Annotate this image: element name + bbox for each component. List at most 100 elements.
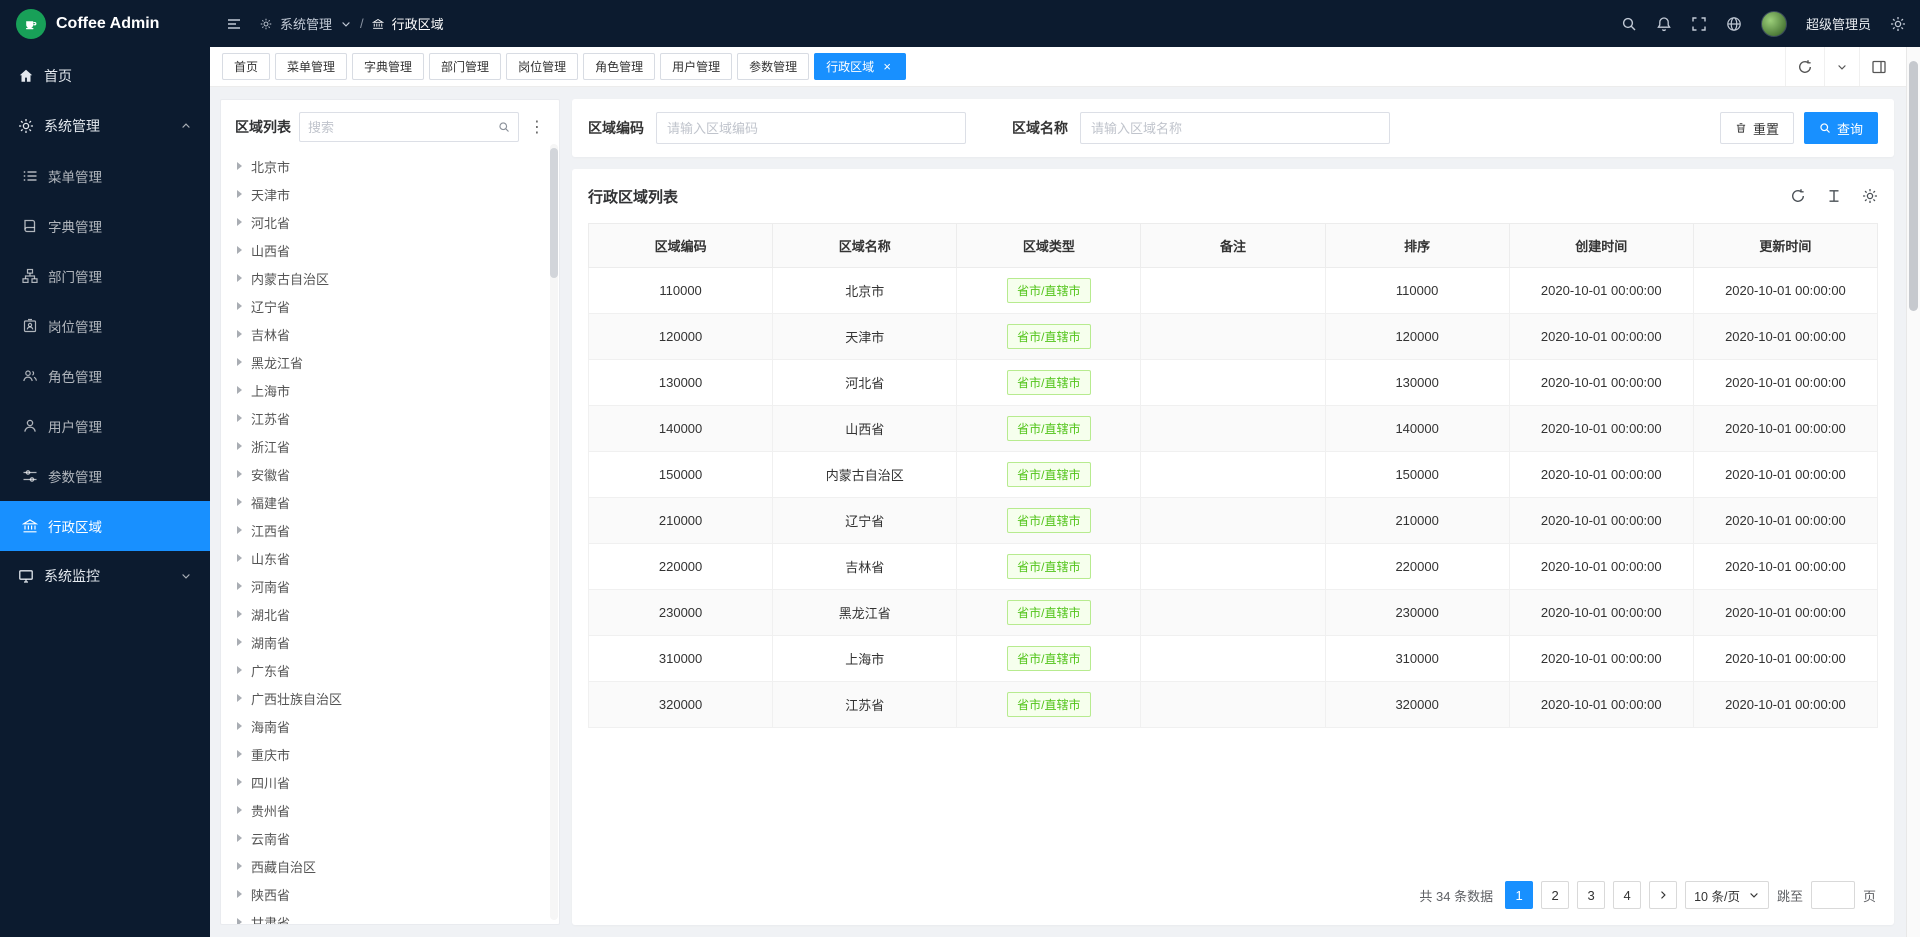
search-icon[interactable] [498,121,510,133]
table-row[interactable]: 220000 吉林省 省市/直辖市 220000 2020-10-01 00:0… [589,544,1878,590]
expand-arrow-icon[interactable] [237,526,242,534]
expand-arrow-icon[interactable] [237,162,242,170]
expand-arrow-icon[interactable] [237,638,242,646]
reset-button[interactable]: 重置 [1720,112,1794,144]
page-size-select[interactable]: 10 条/页 [1685,881,1769,909]
expand-arrow-icon[interactable] [237,666,242,674]
table-row[interactable]: 210000 辽宁省 省市/直辖市 210000 2020-10-01 00:0… [589,498,1878,544]
tree-item[interactable]: 四川省 [231,768,547,796]
sidebar-item-system-management[interactable]: 系统管理 [0,101,210,151]
table-row[interactable]: 310000 上海市 省市/直辖市 310000 2020-10-01 00:0… [589,636,1878,682]
page-tab[interactable]: 菜单管理 [275,53,347,80]
tree-item[interactable]: 湖北省 [231,600,547,628]
expand-arrow-icon[interactable] [237,610,242,618]
page-tab[interactable]: 角色管理 [583,53,655,80]
breadcrumb-parent[interactable]: 系统管理 [280,14,332,33]
expand-arrow-icon[interactable] [237,414,242,422]
page-tab[interactable]: 首页 [222,53,270,80]
expand-arrow-icon[interactable] [237,330,242,338]
table-row[interactable]: 120000 天津市 省市/直辖市 120000 2020-10-01 00:0… [589,314,1878,360]
tree-item[interactable]: 湖南省 [231,628,547,656]
table-row[interactable]: 140000 山西省 省市/直辖市 140000 2020-10-01 00:0… [589,406,1878,452]
settings-gear-icon[interactable] [1890,16,1906,32]
tree-item[interactable]: 上海市 [231,376,547,404]
tree-item[interactable]: 陕西省 [231,880,547,908]
sidebar-item-menu-management[interactable]: 菜单管理 [0,151,210,201]
tree-search-input[interactable] [308,120,492,135]
close-icon[interactable] [880,60,894,74]
expand-arrow-icon[interactable] [237,442,242,450]
layout-maximize-button[interactable] [1859,47,1898,86]
tree-item[interactable]: 贵州省 [231,796,547,824]
expand-arrow-icon[interactable] [237,582,242,590]
sidebar-item-home[interactable]: 首页 [0,51,210,101]
tree-item[interactable]: 内蒙古自治区 [231,264,547,292]
tree-item[interactable]: 重庆市 [231,740,547,768]
expand-arrow-icon[interactable] [237,218,242,226]
tree-item[interactable]: 河南省 [231,572,547,600]
sidebar-item-role-management[interactable]: 角色管理 [0,351,210,401]
table-row[interactable]: 150000 内蒙古自治区 省市/直辖市 150000 2020-10-01 0… [589,452,1878,498]
table-row[interactable]: 110000 北京市 省市/直辖市 110000 2020-10-01 00:0… [589,268,1878,314]
tree-item[interactable]: 吉林省 [231,320,547,348]
tree-item[interactable]: 山西省 [231,236,547,264]
expand-arrow-icon[interactable] [237,722,242,730]
expand-arrow-icon[interactable] [237,694,242,702]
tree-item[interactable]: 甘肃省 [231,908,547,924]
app-logo[interactable]: Coffee Admin [0,0,210,47]
region-name-input[interactable] [1080,112,1390,144]
sidebar-item-post-management[interactable]: 岗位管理 [0,301,210,351]
page-scrollbar-thumb[interactable] [1909,61,1918,311]
expand-arrow-icon[interactable] [237,190,242,198]
expand-arrow-icon[interactable] [237,302,242,310]
jump-to-page-input[interactable] [1811,881,1855,909]
sidebar-item-dict-management[interactable]: 字典管理 [0,201,210,251]
column-settings-gear-icon[interactable] [1862,188,1878,204]
sidebar-item-system-monitor[interactable]: 系统监控 [0,551,210,601]
page-tab[interactable]: 用户管理 [660,53,732,80]
page-tab[interactable]: 部门管理 [429,53,501,80]
page-tab[interactable]: 行政区域 [814,53,906,80]
row-height-icon[interactable] [1826,188,1842,204]
expand-arrow-icon[interactable] [237,918,242,924]
search-icon[interactable] [1621,16,1637,32]
username[interactable]: 超级管理员 [1806,14,1871,33]
more-options-icon[interactable]: ⋮ [527,117,547,137]
tree-item[interactable]: 天津市 [231,180,547,208]
tree-item[interactable]: 浙江省 [231,432,547,460]
expand-arrow-icon[interactable] [237,358,242,366]
sidebar-item-dept-management[interactable]: 部门管理 [0,251,210,301]
expand-arrow-icon[interactable] [237,778,242,786]
tree-item[interactable]: 辽宁省 [231,292,547,320]
menu-fold-icon[interactable] [226,16,242,32]
refresh-icon[interactable] [1790,188,1806,204]
expand-arrow-icon[interactable] [237,554,242,562]
table-row[interactable]: 320000 江苏省 省市/直辖市 320000 2020-10-01 00:0… [589,682,1878,728]
tab-options-button[interactable] [1824,47,1859,86]
expand-arrow-icon[interactable] [237,890,242,898]
tree-item[interactable]: 福建省 [231,488,547,516]
page-scrollbar[interactable] [1906,47,1920,937]
tree-item[interactable]: 云南省 [231,824,547,852]
expand-arrow-icon[interactable] [237,246,242,254]
page-number-button[interactable]: 4 [1613,881,1641,909]
tree-item[interactable]: 海南省 [231,712,547,740]
expand-arrow-icon[interactable] [237,862,242,870]
avatar[interactable] [1761,11,1787,37]
page-tab[interactable]: 字典管理 [352,53,424,80]
expand-arrow-icon[interactable] [237,386,242,394]
next-page-button[interactable] [1649,881,1677,909]
page-number-button[interactable]: 3 [1577,881,1605,909]
tree-item[interactable]: 山东省 [231,544,547,572]
tree-item[interactable]: 黑龙江省 [231,348,547,376]
expand-arrow-icon[interactable] [237,498,242,506]
page-tab[interactable]: 参数管理 [737,53,809,80]
page-number-button[interactable]: 2 [1541,881,1569,909]
search-button[interactable]: 查询 [1804,112,1878,144]
table-row[interactable]: 230000 黑龙江省 省市/直辖市 230000 2020-10-01 00:… [589,590,1878,636]
page-number-button[interactable]: 1 [1505,881,1533,909]
tree-item[interactable]: 安徽省 [231,460,547,488]
tree-item[interactable]: 广西壮族自治区 [231,684,547,712]
tree-item[interactable]: 广东省 [231,656,547,684]
page-tab[interactable]: 岗位管理 [506,53,578,80]
